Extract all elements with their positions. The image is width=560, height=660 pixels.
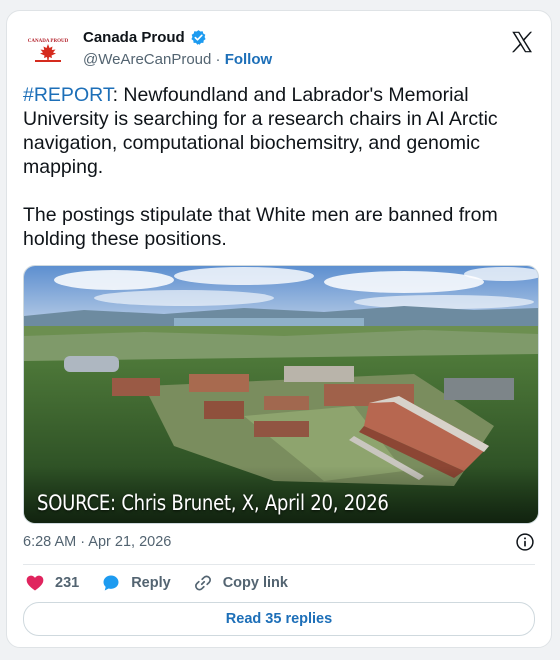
account-handle[interactable]: @WeAreCanProud bbox=[83, 51, 211, 68]
tweet-header: CANADA PROUD Canada Proud @WeAreCanProud… bbox=[23, 25, 535, 73]
tweet-media[interactable]: SOURCE: Chris Brunet, X, April 20, 2026 bbox=[23, 265, 539, 524]
timestamp-link[interactable]: 6:28 AM · Apr 21, 2026 bbox=[23, 534, 171, 550]
info-icon[interactable] bbox=[515, 532, 535, 552]
timestamp-row: 6:28 AM · Apr 21, 2026 bbox=[23, 531, 535, 553]
tweet-body: : Newfoundland and Labrador's Memorial U… bbox=[23, 84, 498, 250]
x-logo-icon[interactable] bbox=[509, 29, 535, 55]
read-replies-button[interactable]: Read 35 replies bbox=[23, 602, 535, 636]
like-button[interactable]: 231 bbox=[25, 573, 79, 593]
tweet-card: CANADA PROUD Canada Proud @WeAreCanProud… bbox=[6, 10, 552, 648]
separator: · bbox=[211, 51, 225, 68]
avatar[interactable]: CANADA PROUD bbox=[27, 29, 69, 71]
account-name[interactable]: Canada Proud bbox=[83, 29, 185, 46]
reply-button[interactable]: Reply bbox=[101, 573, 171, 593]
copy-link-button[interactable]: Copy link bbox=[193, 573, 288, 593]
link-icon bbox=[194, 575, 211, 591]
tweet-text: #REPORT: Newfoundland and Labrador's Mem… bbox=[23, 83, 533, 251]
media-caption: SOURCE: Chris Brunet, X, April 20, 2026 bbox=[37, 491, 389, 515]
follow-button[interactable]: Follow bbox=[225, 51, 273, 68]
action-bar: 231 Reply Copy link bbox=[25, 571, 310, 595]
reply-label: Reply bbox=[131, 575, 171, 591]
name-row: Canada Proud bbox=[83, 29, 207, 46]
like-count: 231 bbox=[55, 575, 80, 591]
verified-badge-icon bbox=[190, 29, 207, 46]
campus-aerial-photo bbox=[24, 266, 538, 523]
handle-row: @WeAreCanProud · Follow bbox=[83, 51, 272, 68]
reply-bubble-icon bbox=[103, 575, 119, 591]
heart-icon bbox=[26, 575, 44, 591]
avatar-logo-text: CANADA PROUD bbox=[28, 39, 69, 44]
hashtag-link[interactable]: #REPORT bbox=[23, 84, 113, 106]
copy-link-label: Copy link bbox=[222, 575, 288, 591]
divider bbox=[23, 564, 535, 565]
maple-leaf-icon bbox=[40, 44, 56, 61]
read-replies-label: Read 35 replies bbox=[225, 611, 333, 627]
